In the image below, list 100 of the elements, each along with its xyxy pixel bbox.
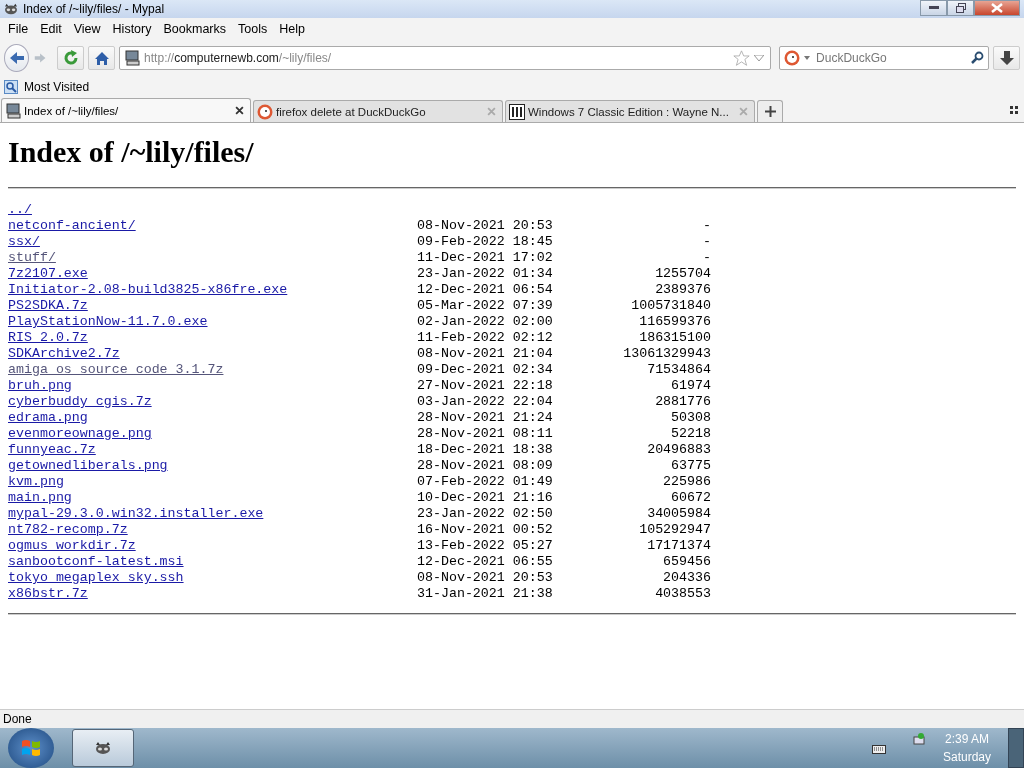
search-bar[interactable]: DuckDuckGo xyxy=(779,46,990,70)
file-link[interactable]: cyberbuddy cgis.7z xyxy=(8,394,152,409)
menu-item[interactable]: Edit xyxy=(34,22,68,36)
computer-icon xyxy=(124,50,141,66)
file-size: - xyxy=(703,250,711,265)
modified-date: 08-Nov-2021 20:53 xyxy=(417,570,553,585)
file-size: 63775 xyxy=(671,458,711,473)
file-size: 204336 xyxy=(663,570,711,585)
modified-date: 12-Dec-2021 06:55 xyxy=(417,554,553,569)
download-button[interactable] xyxy=(993,46,1020,70)
menu-item[interactable]: Tools xyxy=(232,22,274,36)
file-link[interactable]: funnyeac.7z xyxy=(8,442,96,457)
file-link[interactable]: tokyo megaplex sky.ssh xyxy=(8,570,184,585)
file-size: 225986 xyxy=(663,474,711,489)
browser-tab[interactable]: Windows 7 Classic Edition : Wayne N... xyxy=(505,100,755,122)
menu-item[interactable]: View xyxy=(67,22,107,36)
search-field[interactable]: DuckDuckGo xyxy=(814,50,949,66)
file-link[interactable]: sanbootconf-latest.msi xyxy=(8,554,184,569)
close-button[interactable] xyxy=(974,0,1020,16)
file-link[interactable]: amiga os source code 3.1.7z xyxy=(8,362,224,377)
file-size: 71534864 xyxy=(647,362,711,377)
dropdown-icon[interactable] xyxy=(754,55,765,61)
modified-date: 13-Feb-2022 05:27 xyxy=(417,538,553,553)
file-link[interactable]: netconf-ancient/ xyxy=(8,218,136,233)
file-link[interactable]: edrama.png xyxy=(8,410,88,425)
menu-item[interactable]: History xyxy=(106,22,158,36)
file-link[interactable]: kvm.png xyxy=(8,474,64,489)
file-link[interactable]: stuff/ xyxy=(8,250,56,265)
new-tab-button[interactable] xyxy=(757,100,783,122)
browser-tab[interactable]: firefox delete at DuckDuckGo xyxy=(253,100,503,122)
file-link[interactable]: mypal-29.3.0.win32.installer.exe xyxy=(8,506,264,521)
file-link[interactable]: bruh.png xyxy=(8,378,72,393)
browser-tab[interactable]: Index of /~lily/files/ xyxy=(1,98,251,122)
file-size: 1255704 xyxy=(655,266,711,281)
windows-logo-icon xyxy=(20,737,42,759)
taskbar-app-button[interactable] xyxy=(72,729,134,767)
file-link[interactable]: PlayStationNow-11.7.0.exe xyxy=(8,314,208,329)
grid-icon[interactable] xyxy=(1010,106,1018,114)
modified-date: 16-Nov-2021 00:52 xyxy=(417,522,553,537)
file-size: - xyxy=(703,234,711,249)
home-icon xyxy=(93,50,110,66)
minimize-icon xyxy=(928,6,939,10)
file-link[interactable]: ogmus workdir.7z xyxy=(8,538,136,553)
minimize-button[interactable] xyxy=(920,0,947,16)
file-link[interactable]: main.png xyxy=(8,490,72,505)
file-link[interactable]: ssx/ xyxy=(8,234,40,249)
file-link[interactable]: PS2SDKA.7z xyxy=(8,298,88,313)
tab-title: firefox delete at DuckDuckGo xyxy=(276,105,427,118)
file-size: 2389376 xyxy=(655,282,711,297)
file-link[interactable]: Initiator-2.08-build3825-x86fre.exe xyxy=(8,282,288,297)
network-icon[interactable] xyxy=(912,732,926,746)
file-size: 34005984 xyxy=(647,506,711,521)
file-link[interactable]: RIS 2.0.7z xyxy=(8,330,88,345)
file-link[interactable]: nt782-recomp.7z xyxy=(8,522,128,537)
keyboard-icon[interactable] xyxy=(872,742,886,754)
file-size: - xyxy=(703,218,711,233)
modified-date: 23-Jan-2022 02:50 xyxy=(417,506,553,521)
search-icon[interactable] xyxy=(970,51,985,65)
bookmark-label: Most Visited xyxy=(24,80,90,94)
star-icon[interactable] xyxy=(733,49,751,67)
menu-item[interactable]: Bookmarks xyxy=(157,22,232,36)
menu-item[interactable]: File xyxy=(2,22,35,36)
status-text: Done xyxy=(3,712,32,726)
back-button[interactable] xyxy=(4,44,30,72)
file-size: 13061329943 xyxy=(623,346,711,361)
modified-date: 28-Nov-2021 08:09 xyxy=(417,458,553,473)
computer-icon xyxy=(5,102,21,119)
restore-icon xyxy=(955,3,966,13)
start-button[interactable] xyxy=(8,728,54,768)
home-button[interactable] xyxy=(88,46,116,70)
modified-date: 18-Dec-2021 18:38 xyxy=(417,442,553,457)
tab-title: Index of /~lily/files/ xyxy=(24,104,120,117)
file-link[interactable]: 7z2107.exe xyxy=(8,266,88,281)
file-link[interactable]: getownedliberals.png xyxy=(8,458,168,473)
bookmark-folder[interactable]: Most Visited xyxy=(4,80,90,94)
file-link[interactable]: x86bstr.7z xyxy=(8,586,88,601)
file-size: 17171374 xyxy=(647,538,711,553)
file-size: 4038553 xyxy=(655,586,711,601)
address-bar[interactable]: http://computernewb.com/~lily/files/ xyxy=(119,46,772,70)
duck-logo-icon[interactable] xyxy=(784,50,801,66)
file-size: 659456 xyxy=(663,554,711,569)
modified-date: 28-Nov-2021 08:11 xyxy=(417,426,553,441)
modified-date: 08-Nov-2021 21:04 xyxy=(417,346,553,361)
modified-date: 09-Dec-2021 02:34 xyxy=(417,362,553,377)
reload-button[interactable] xyxy=(57,46,85,70)
modified-date: 09-Feb-2022 18:45 xyxy=(417,234,553,249)
file-size: 2881776 xyxy=(655,394,711,409)
file-link[interactable]: evenmoreownage.png xyxy=(8,426,152,441)
close-icon[interactable] xyxy=(235,106,244,115)
file-size: 116599376 xyxy=(639,314,711,329)
caret-icon[interactable] xyxy=(804,56,811,60)
file-link[interactable]: ../ xyxy=(8,202,32,217)
file-size: 20496883 xyxy=(647,442,711,457)
page-heading: Index of /~lily/files/ xyxy=(8,135,255,169)
tab-title: Windows 7 Classic Edition : Wayne N... xyxy=(528,105,730,118)
modified-date: 23-Jan-2022 01:34 xyxy=(417,266,553,281)
file-link[interactable]: SDKArchive2.7z xyxy=(8,346,120,361)
restore-button[interactable] xyxy=(947,0,974,16)
menu-item[interactable]: Help xyxy=(273,22,311,36)
window-title: Index of /~lily/files/ - Mypal xyxy=(23,2,165,16)
